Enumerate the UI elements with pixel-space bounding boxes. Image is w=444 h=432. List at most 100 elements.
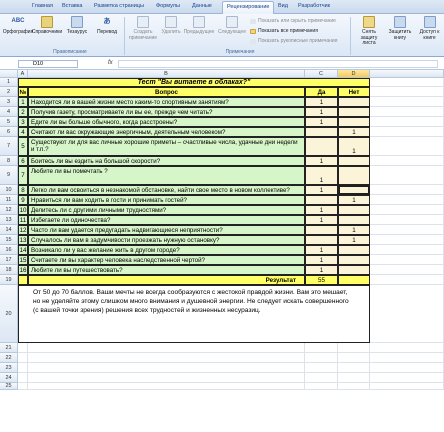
answer-no-cell[interactable]: 1: [338, 127, 370, 137]
question-text[interactable]: Находится ли в вашей жизни место каким-т…: [28, 97, 305, 107]
row-header-6[interactable]: 6: [0, 127, 18, 137]
empty-cell[interactable]: [370, 78, 444, 87]
tab-review[interactable]: Рецензирование: [222, 1, 275, 14]
answer-no-cell[interactable]: [338, 245, 370, 255]
translate-button[interactable]: あ Перевод: [93, 16, 121, 36]
answer-no-cell[interactable]: [338, 166, 370, 185]
question-number[interactable]: 10: [18, 205, 28, 215]
name-box[interactable]: D10: [18, 60, 78, 68]
result-label[interactable]: Результат: [28, 275, 305, 285]
row-header-2[interactable]: 2: [0, 87, 18, 97]
empty-cell[interactable]: [28, 363, 305, 373]
empty-cell[interactable]: [18, 373, 28, 383]
row-header-22[interactable]: 22: [0, 353, 18, 363]
tab-page-layout[interactable]: Разметка страницы: [94, 3, 144, 9]
answer-yes-cell[interactable]: [305, 137, 338, 156]
answer-no-cell[interactable]: 1: [338, 225, 370, 235]
sheet-title[interactable]: Тест "Вы витаете в облаках?": [18, 78, 370, 87]
show-hide-comment-button[interactable]: Показать или скрыть примечание: [250, 18, 336, 24]
question-number[interactable]: 6: [18, 156, 28, 166]
question-number[interactable]: 4: [18, 127, 28, 137]
header-question[interactable]: Вопрос: [28, 87, 305, 97]
row-header-9[interactable]: 9: [0, 166, 18, 185]
tab-formulas[interactable]: Формулы: [156, 3, 180, 9]
result-blank-cell[interactable]: [18, 275, 28, 285]
empty-cell[interactable]: [370, 363, 444, 373]
question-number[interactable]: 14: [18, 245, 28, 255]
answer-yes-cell[interactable]: 1: [305, 255, 338, 265]
empty-cell[interactable]: [370, 87, 444, 97]
empty-cell[interactable]: [370, 245, 444, 255]
row-header-7[interactable]: 7: [0, 137, 18, 156]
question-text[interactable]: Едите ли вы больше обычного, когда расст…: [28, 117, 305, 127]
delete-comment-button[interactable]: Удалить: [160, 16, 182, 36]
empty-cell[interactable]: [370, 285, 444, 343]
question-text[interactable]: Возникало ли у вас желание жить в другом…: [28, 245, 305, 255]
row-header-11[interactable]: 11: [0, 195, 18, 205]
empty-cell[interactable]: [370, 215, 444, 225]
question-text[interactable]: Боитесь ли вы ездить на большой скорости…: [28, 156, 305, 166]
empty-cell[interactable]: [338, 373, 370, 383]
row-header-13[interactable]: 13: [0, 215, 18, 225]
row-header-18[interactable]: 18: [0, 265, 18, 275]
empty-cell[interactable]: [370, 137, 444, 156]
answer-no-cell[interactable]: [338, 107, 370, 117]
question-text[interactable]: Делитесь ли с другими личными трудностям…: [28, 205, 305, 215]
row-header-25[interactable]: 25: [0, 383, 18, 390]
empty-cell[interactable]: [370, 383, 444, 390]
empty-cell[interactable]: [370, 343, 444, 353]
empty-cell[interactable]: [370, 195, 444, 205]
thesaurus-button[interactable]: Тезаурус: [63, 16, 91, 36]
question-number[interactable]: 8: [18, 185, 28, 195]
row-header-20[interactable]: 20: [0, 285, 18, 343]
header-yes[interactable]: Да: [305, 87, 338, 97]
answer-yes-cell[interactable]: [305, 225, 338, 235]
question-number[interactable]: 9: [18, 195, 28, 205]
empty-cell[interactable]: [370, 353, 444, 363]
row-header-23[interactable]: 23: [0, 363, 18, 373]
row-header-24[interactable]: 24: [0, 373, 18, 383]
select-all-corner[interactable]: [0, 70, 18, 78]
question-number[interactable]: 1: [18, 97, 28, 107]
new-comment-button[interactable]: Создать примечание: [128, 16, 158, 41]
question-text[interactable]: Легко ли вам освоиться в незнакомой обст…: [28, 185, 305, 195]
row-header-16[interactable]: 16: [0, 245, 18, 255]
answer-yes-cell[interactable]: [305, 235, 338, 245]
result-value[interactable]: 55: [305, 275, 338, 285]
show-ink-button[interactable]: Показать рукописные примечания: [250, 38, 337, 44]
next-comment-button[interactable]: Следующее: [216, 16, 248, 36]
row-header-15[interactable]: 15: [0, 235, 18, 245]
question-text[interactable]: Нравиться ли вам ходить в гости и приним…: [28, 195, 305, 205]
question-number[interactable]: 15: [18, 255, 28, 265]
empty-cell[interactable]: [18, 343, 28, 353]
empty-cell[interactable]: [370, 265, 444, 275]
formula-input[interactable]: [118, 60, 438, 68]
answer-yes-cell[interactable]: 1: [305, 185, 338, 195]
share-book-button[interactable]: Доступ к книге: [415, 16, 444, 41]
question-number[interactable]: 3: [18, 117, 28, 127]
empty-cell[interactable]: [370, 166, 444, 185]
column-header-a[interactable]: A: [18, 70, 28, 78]
answer-yes-cell[interactable]: [305, 195, 338, 205]
tab-data[interactable]: Данные: [192, 3, 212, 9]
column-header-d[interactable]: D: [338, 70, 370, 78]
question-number[interactable]: 16: [18, 265, 28, 275]
show-all-comments-button[interactable]: Показать все примечания: [250, 28, 318, 34]
conclusion-text[interactable]: От 50 до 70 баллов. Ваши мечты не всегда…: [18, 285, 370, 343]
answer-yes-cell[interactable]: 1: [305, 205, 338, 215]
empty-cell[interactable]: [338, 383, 370, 390]
empty-cell[interactable]: [338, 343, 370, 353]
question-number[interactable]: 11: [18, 215, 28, 225]
row-header-17[interactable]: 17: [0, 255, 18, 265]
header-no[interactable]: Нет: [338, 87, 370, 97]
empty-cell[interactable]: [370, 127, 444, 137]
row-header-8[interactable]: 8: [0, 156, 18, 166]
answer-yes-cell[interactable]: 1: [305, 265, 338, 275]
answer-no-cell[interactable]: [338, 255, 370, 265]
fx-icon[interactable]: fx: [108, 60, 113, 66]
tab-insert[interactable]: Вставка: [62, 3, 82, 9]
empty-cell[interactable]: [18, 353, 28, 363]
question-text[interactable]: Случалось ли вам в задумчивости проезжат…: [28, 235, 305, 245]
question-number[interactable]: 5: [18, 137, 28, 156]
answer-no-cell[interactable]: 1: [338, 235, 370, 245]
